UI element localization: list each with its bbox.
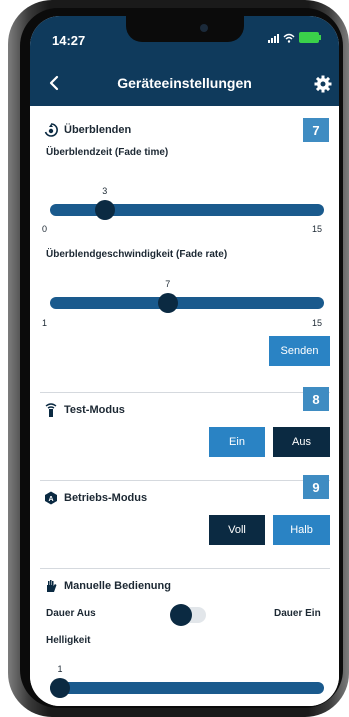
- manual-header: Manuelle Bedienung: [44, 579, 171, 593]
- fade-icon: [44, 123, 58, 137]
- fade-header: Überblenden: [44, 123, 131, 137]
- brightness-thumb[interactable]: [50, 678, 70, 698]
- manual-toggle[interactable]: [170, 604, 206, 626]
- fade-time-slider[interactable]: 3: [50, 186, 324, 222]
- fade-rate-min: 1: [42, 318, 48, 328]
- manual-toggle-knob[interactable]: [170, 604, 192, 626]
- test-mode-section: Test-Modus 8 Ein Aus: [40, 387, 330, 473]
- manual-title: Manuelle Bedienung: [64, 580, 171, 592]
- mode-full-button[interactable]: Voll: [209, 515, 265, 545]
- page-title: Geräteeinstellungen: [117, 75, 252, 91]
- fade-time-min: 0: [42, 224, 48, 234]
- battery-icon: [299, 32, 321, 43]
- gear-icon[interactable]: [313, 74, 333, 94]
- fade-rate-max: 15: [312, 318, 323, 328]
- operation-mode-header: A Betriebs-Modus: [44, 491, 147, 505]
- settings-content: Überblenden 7 Überblendzeit (Fade time) …: [30, 106, 339, 706]
- brightness-slider[interactable]: 1: [50, 664, 324, 700]
- svg-text:A: A: [48, 496, 53, 503]
- hand-icon: [47, 580, 57, 592]
- manual-off-label: Dauer Aus: [46, 608, 96, 619]
- fade-time-max: 15: [312, 224, 323, 234]
- fade-time-label: Überblendzeit (Fade time): [46, 147, 169, 158]
- test-off-button[interactable]: Aus: [273, 427, 330, 457]
- mode-half-button[interactable]: Halb: [273, 515, 330, 545]
- test-mode-title: Test-Modus: [64, 404, 125, 416]
- status-bar: 14:27: [30, 16, 339, 62]
- mode-icon: A: [45, 491, 57, 505]
- fade-time-value: 3: [102, 186, 108, 196]
- operation-mode-section: A Betriebs-Modus 9 Voll Halb: [40, 475, 330, 561]
- fade-rate-thumb[interactable]: [157, 293, 178, 313]
- manual-section: Manuelle Bedienung Dauer Aus Dauer Ein H…: [40, 568, 330, 706]
- test-mode-header: Test-Modus: [44, 403, 125, 417]
- fade-badge: 7: [303, 118, 329, 142]
- fade-rate-value: 7: [165, 279, 171, 289]
- wifi-icon: [283, 33, 295, 43]
- test-mode-badge: 8: [303, 387, 329, 411]
- nav-bar: Geräteeinstellungen: [30, 62, 339, 106]
- fade-rate-label: Überblendgeschwindigkeit (Fade rate): [46, 249, 228, 260]
- operation-mode-title: Betriebs-Modus: [64, 492, 148, 504]
- brightness-value: 1: [57, 664, 63, 674]
- send-button[interactable]: Senden: [269, 336, 330, 366]
- operation-mode-badge: 9: [303, 475, 329, 499]
- fade-rate-slider[interactable]: 7: [50, 279, 324, 315]
- system-icons: [268, 32, 321, 43]
- test-on-button[interactable]: Ein: [209, 427, 265, 457]
- brightness-label: Helligkeit: [46, 635, 91, 646]
- fade-time-thumb[interactable]: [94, 200, 115, 220]
- status-time: 14:27: [52, 33, 86, 48]
- fade-title: Überblenden: [64, 124, 132, 136]
- notch: [126, 16, 244, 42]
- test-icon: [45, 403, 57, 417]
- app-screen: 14:27 Geräteeinstellungen Überblenden 7 …: [30, 16, 339, 706]
- signal-icon: [268, 33, 279, 43]
- fade-section: Überblenden 7 Überblendzeit (Fade time) …: [40, 106, 330, 376]
- manual-on-label: Dauer Ein: [274, 608, 321, 619]
